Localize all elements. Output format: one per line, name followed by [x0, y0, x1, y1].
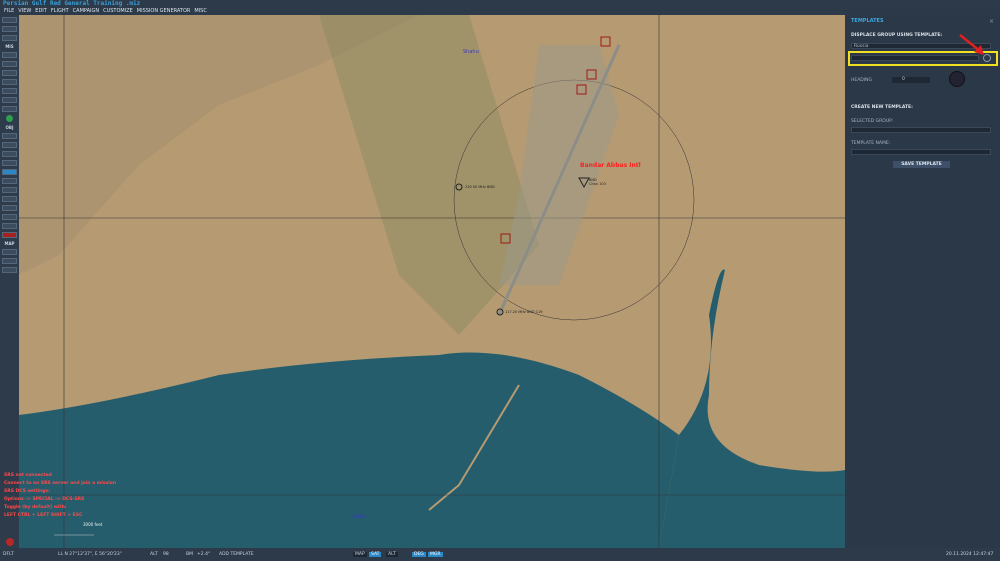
srs-status: SRS not connected Connect to an SRS serv…	[4, 472, 116, 520]
displace-heading: DISPLACE GROUP USING TEMPLATE:	[851, 33, 943, 38]
weather-button[interactable]	[2, 61, 17, 67]
deg-toggle[interactable]: DEG	[412, 552, 426, 557]
briefing-button[interactable]	[2, 52, 17, 58]
map-tool-button[interactable]	[2, 267, 17, 273]
templates-panel: TEMPLATES × DISPLACE GROUP USING TEMPLAT…	[845, 15, 1000, 548]
menu-misc[interactable]: MISC	[194, 8, 206, 15]
menu-file[interactable]: FILE	[4, 8, 14, 15]
heading-input[interactable]: 0	[892, 77, 930, 83]
srs-line: SRS DCS settings:	[4, 489, 50, 494]
map-label: MAP	[4, 241, 15, 246]
vehicle-group-button[interactable]	[2, 160, 17, 166]
open-folder-button[interactable]	[2, 26, 17, 32]
obj-label: OBJ	[5, 125, 14, 130]
menu-edit[interactable]: EDIT	[35, 8, 47, 15]
sat-toggle[interactable]: SAT	[369, 552, 382, 557]
bm-value: +2.4°	[197, 552, 211, 557]
plane-group-button[interactable]	[2, 133, 17, 139]
menu-bar: FILE VIEW EDIT FLIGHT CAMPAIGN CUSTOMIZE…	[0, 8, 1000, 15]
bm-label: BM	[186, 552, 193, 557]
vor-label: 230 00 MHz BND	[465, 185, 495, 189]
mode-select[interactable]: DFLT	[3, 552, 14, 557]
alt-toggle[interactable]: ALT	[386, 552, 398, 557]
record-icon[interactable]	[6, 538, 14, 546]
template-name-input[interactable]	[851, 149, 991, 155]
mis-label: MIS	[5, 44, 14, 49]
menu-flight[interactable]: FLIGHT	[51, 8, 69, 15]
status-bar: DFLT LL N 27°12'37", E 56°20'23" ALT 98 …	[0, 548, 1000, 561]
helicopter-group-button[interactable]	[2, 142, 17, 148]
map-terrain	[19, 15, 845, 548]
srs-line: Toggle (by default) with:	[4, 505, 67, 510]
menu-view[interactable]: VIEW	[18, 8, 31, 15]
mgr-toggle[interactable]: MGR	[428, 552, 443, 557]
tool-button[interactable]	[2, 196, 17, 202]
map-tool-button[interactable]	[2, 249, 17, 255]
map-view[interactable]: Shahu Bandar Abbas Intl BND Chan 103 230…	[19, 15, 845, 548]
ndb-label: BND Chan 103	[589, 178, 606, 186]
tool-button[interactable]	[2, 223, 17, 229]
tool-button[interactable]	[2, 79, 17, 85]
alt-label: ALT	[150, 552, 158, 557]
left-toolbar: MIS OBJ MAP	[0, 15, 19, 548]
static-object-button[interactable]	[2, 178, 17, 184]
tool-button[interactable]	[2, 106, 17, 112]
map-pin-icon[interactable]	[6, 115, 13, 122]
datetime: 20.11.2024 12:47:47	[946, 552, 994, 557]
heading-label: HEADING	[851, 78, 872, 83]
vor-label: 117.20 MHz BND 119	[505, 310, 543, 314]
alt-value: 98	[163, 552, 169, 557]
selected-group-label: SELECTED GROUP:	[851, 119, 894, 124]
water-label: LHXG	[354, 514, 366, 519]
template-name-label: TEMPLATE NAME:	[851, 141, 891, 146]
tool-button[interactable]	[2, 205, 17, 211]
window-title: Persian Gulf Red General Training .miz	[0, 0, 1000, 8]
ship-group-button[interactable]	[2, 151, 17, 157]
town-label: Shahu	[463, 49, 479, 55]
red-arrow-annotation	[959, 34, 984, 55]
scale-label: 3000 feet	[83, 522, 103, 527]
srs-line: Connect to an SRS server and join a miss…	[4, 481, 117, 486]
srs-line: Options -> SPECIAL -> DCS-SRS	[4, 497, 85, 502]
map-tool-button[interactable]	[2, 258, 17, 264]
save-template-button[interactable]: SAVE TEMPLATE	[893, 161, 950, 168]
tool-button[interactable]	[2, 214, 17, 220]
srs-line: LEFT CTRL + LEFT SHIFT + ESC	[4, 513, 83, 518]
save-button[interactable]	[2, 35, 17, 41]
tool-button[interactable]	[2, 187, 17, 193]
add-template-status: ADD TEMPLATE	[219, 552, 254, 557]
menu-customize[interactable]: CUSTOMIZE	[103, 8, 133, 15]
template-select[interactable]	[851, 55, 979, 61]
heading-dial[interactable]	[949, 71, 965, 87]
tool-button[interactable]	[2, 70, 17, 76]
delete-button[interactable]	[2, 232, 17, 238]
airport-label[interactable]: Bandar Abbas Intl	[580, 162, 641, 169]
add-template-icon[interactable]	[983, 54, 991, 62]
panel-title: TEMPLATES	[851, 18, 884, 24]
map-toggle[interactable]: MAP	[353, 552, 367, 557]
templates-button[interactable]	[2, 169, 17, 175]
menu-campaign[interactable]: CAMPAIGN	[73, 8, 99, 15]
srs-line: SRS not connected	[4, 473, 52, 478]
create-heading: CREATE NEW TEMPLATE:	[851, 105, 913, 110]
close-icon[interactable]: ×	[989, 18, 994, 25]
menu-mission-generator[interactable]: MISSION GENERATOR	[137, 8, 191, 15]
tool-button[interactable]	[2, 88, 17, 94]
selected-group-field[interactable]	[851, 127, 991, 133]
coordinates: LL N 27°12'37", E 56°20'23"	[58, 552, 122, 557]
check-button[interactable]	[2, 97, 17, 103]
tool-button[interactable]	[2, 17, 17, 23]
